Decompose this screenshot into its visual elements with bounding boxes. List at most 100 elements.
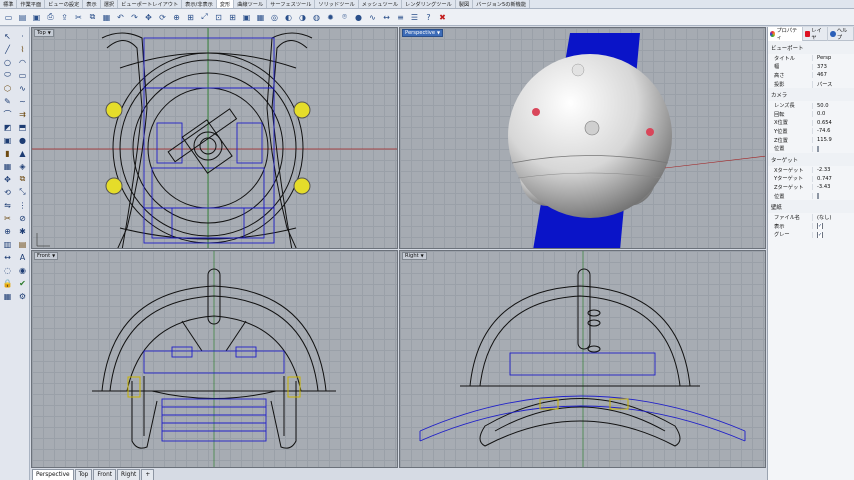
menu-tab[interactable]: 変形 bbox=[216, 0, 235, 8]
shaded-sphere-icon[interactable]: ● bbox=[352, 11, 365, 24]
tab-help[interactable]: ヘルプ bbox=[828, 26, 854, 41]
offset-icon[interactable]: ⇉ bbox=[16, 108, 29, 120]
property-value[interactable]: 467 bbox=[812, 72, 854, 79]
group-icon[interactable]: ▥ bbox=[1, 238, 14, 250]
line-icon[interactable]: ╱ bbox=[1, 43, 14, 55]
cone-icon[interactable]: ▲ bbox=[16, 147, 29, 159]
properties-icon[interactable]: ☰ bbox=[408, 11, 421, 24]
viewport-top-label[interactable]: Top ▼ bbox=[34, 29, 54, 37]
menu-tab[interactable]: 表示 bbox=[83, 0, 101, 8]
viewport-tab[interactable]: Perspective bbox=[32, 469, 74, 480]
rotate-view-icon[interactable]: ⟳ bbox=[156, 11, 169, 24]
zoom-selected-icon[interactable]: ⊡ bbox=[212, 11, 225, 24]
spline-icon[interactable]: ~ bbox=[16, 95, 29, 107]
viewport-right-label[interactable]: Right ▼ bbox=[402, 252, 427, 260]
property-value[interactable]: Persp bbox=[812, 55, 854, 62]
property-value[interactable]: 115.9 bbox=[812, 137, 854, 144]
property-value[interactable]: -2.33 bbox=[812, 167, 854, 174]
array-icon[interactable]: ⋮ bbox=[16, 199, 29, 211]
menu-tab[interactable]: ソリッドツール bbox=[315, 0, 359, 8]
viewport-tab[interactable]: Top bbox=[74, 469, 93, 480]
property-value[interactable]: 0.747 bbox=[812, 175, 854, 182]
ellipse-icon[interactable]: ⬭ bbox=[1, 69, 14, 81]
menu-tab[interactable]: 標準 bbox=[0, 0, 18, 8]
viewport-tab[interactable]: Right bbox=[117, 469, 141, 480]
viewport-tab[interactable]: Front bbox=[93, 469, 117, 480]
property-value[interactable]: (なし) bbox=[812, 214, 854, 222]
rotate-icon[interactable]: ⟲ bbox=[1, 186, 14, 198]
pan-icon[interactable]: ✥ bbox=[142, 11, 155, 24]
check-icon[interactable]: ✔ bbox=[16, 277, 29, 289]
menu-tab[interactable]: 製図 bbox=[456, 0, 474, 8]
circle-icon[interactable]: ○ bbox=[1, 56, 14, 68]
mesh-icon[interactable]: ▦ bbox=[1, 160, 14, 172]
render-icon[interactable]: ◐ bbox=[282, 11, 295, 24]
zoom-window-icon[interactable]: ⊞ bbox=[184, 11, 197, 24]
viewport-front[interactable]: Front ▼ bbox=[31, 250, 398, 468]
property-value[interactable]: -3.43 bbox=[812, 184, 854, 191]
ungroup-icon[interactable]: ▤ bbox=[16, 238, 29, 250]
fillet-icon[interactable]: ⌒ bbox=[1, 108, 14, 120]
tab-properties[interactable]: プロパティ bbox=[768, 26, 803, 41]
viewport-right[interactable]: Right ▼ bbox=[399, 250, 766, 468]
tab-layers[interactable]: レイヤ bbox=[803, 26, 829, 41]
cylinder-icon[interactable]: ▮ bbox=[1, 147, 14, 159]
property-value[interactable]: 373 bbox=[812, 63, 854, 70]
viewport-perspective[interactable]: Perspective ▼ bbox=[399, 27, 766, 249]
explode-icon[interactable]: ✱ bbox=[16, 225, 29, 237]
hide-icon[interactable]: ◌ bbox=[1, 264, 14, 276]
box-icon[interactable]: ▣ bbox=[1, 134, 14, 146]
viewport-perspective-label[interactable]: Perspective ▼ bbox=[402, 29, 444, 37]
menu-tab[interactable]: レンダリングツール bbox=[402, 0, 456, 8]
extrude-icon[interactable]: ⬒ bbox=[16, 121, 29, 133]
text-icon[interactable]: A bbox=[16, 251, 29, 263]
add-viewport-tab[interactable]: + bbox=[141, 469, 155, 480]
property-value[interactable]: ✓ bbox=[812, 231, 854, 238]
four-viewports-icon[interactable]: ⊞ bbox=[226, 11, 239, 24]
boolean-icon[interactable]: ◈ bbox=[16, 160, 29, 172]
menu-tab[interactable]: 選択 bbox=[101, 0, 119, 8]
copy-icon[interactable]: ⧉ bbox=[86, 11, 99, 24]
menu-tab[interactable]: 曲線ツール bbox=[234, 0, 268, 8]
save-icon[interactable]: ▣ bbox=[30, 11, 43, 24]
rectangle-icon[interactable]: ▭ bbox=[16, 69, 29, 81]
osnap-icon[interactable]: ◎ bbox=[268, 11, 281, 24]
property-value[interactable]: -74.6 bbox=[812, 128, 854, 135]
property-value[interactable]: パース bbox=[812, 80, 854, 88]
menu-tab[interactable]: ビューポートレイアウト bbox=[118, 0, 183, 8]
show-icon[interactable]: ◉ bbox=[16, 264, 29, 276]
stop-icon[interactable]: ✖ bbox=[436, 11, 449, 24]
checkbox[interactable]: ✓ bbox=[817, 231, 824, 238]
print-icon[interactable]: ⎙ bbox=[44, 11, 57, 24]
zoom-icon[interactable]: ⊕ bbox=[170, 11, 183, 24]
open-file-icon[interactable]: ▤ bbox=[16, 11, 29, 24]
light-icon[interactable]: ✹ bbox=[324, 11, 337, 24]
polygon-icon[interactable]: ⬡ bbox=[1, 82, 14, 94]
paste-icon[interactable]: ▦ bbox=[100, 11, 113, 24]
menu-tab[interactable]: 作業平面 bbox=[17, 0, 46, 8]
checkbox[interactable]: ✓ bbox=[817, 223, 824, 230]
freeform-icon[interactable]: ✎ bbox=[1, 95, 14, 107]
select-arrow-icon[interactable]: ↖ bbox=[1, 30, 14, 42]
zoom-extents-icon[interactable]: ⤢ bbox=[198, 11, 211, 24]
property-value[interactable]: 0.654 bbox=[812, 119, 854, 126]
split-icon[interactable]: ⊘ bbox=[16, 212, 29, 224]
material-icon[interactable]: ◍ bbox=[310, 11, 323, 24]
grid-icon[interactable]: ▦ bbox=[254, 11, 267, 24]
viewport-top[interactable]: Top ▼ bbox=[31, 27, 398, 249]
place-button[interactable] bbox=[817, 145, 819, 152]
property-value[interactable]: 0.0 bbox=[812, 111, 854, 118]
property-value[interactable]: 50.0 bbox=[812, 102, 854, 109]
layers-icon[interactable]: ≡ bbox=[394, 11, 407, 24]
dimension-icon[interactable]: ↔ bbox=[380, 11, 393, 24]
redo-icon[interactable]: ↷ bbox=[128, 11, 141, 24]
point-icon[interactable]: · bbox=[16, 30, 29, 42]
select-all-icon[interactable]: ▣ bbox=[240, 11, 253, 24]
property-value[interactable] bbox=[812, 145, 854, 152]
scale-icon[interactable]: ⤡ bbox=[16, 186, 29, 198]
curve-icon[interactable]: ∿ bbox=[16, 82, 29, 94]
arc-icon[interactable]: ◠ bbox=[16, 56, 29, 68]
menu-tab[interactable]: メッシュツール bbox=[359, 0, 403, 8]
analyze-icon[interactable]: ⚙ bbox=[16, 290, 29, 302]
camera-icon[interactable]: ⌾ bbox=[338, 11, 351, 24]
